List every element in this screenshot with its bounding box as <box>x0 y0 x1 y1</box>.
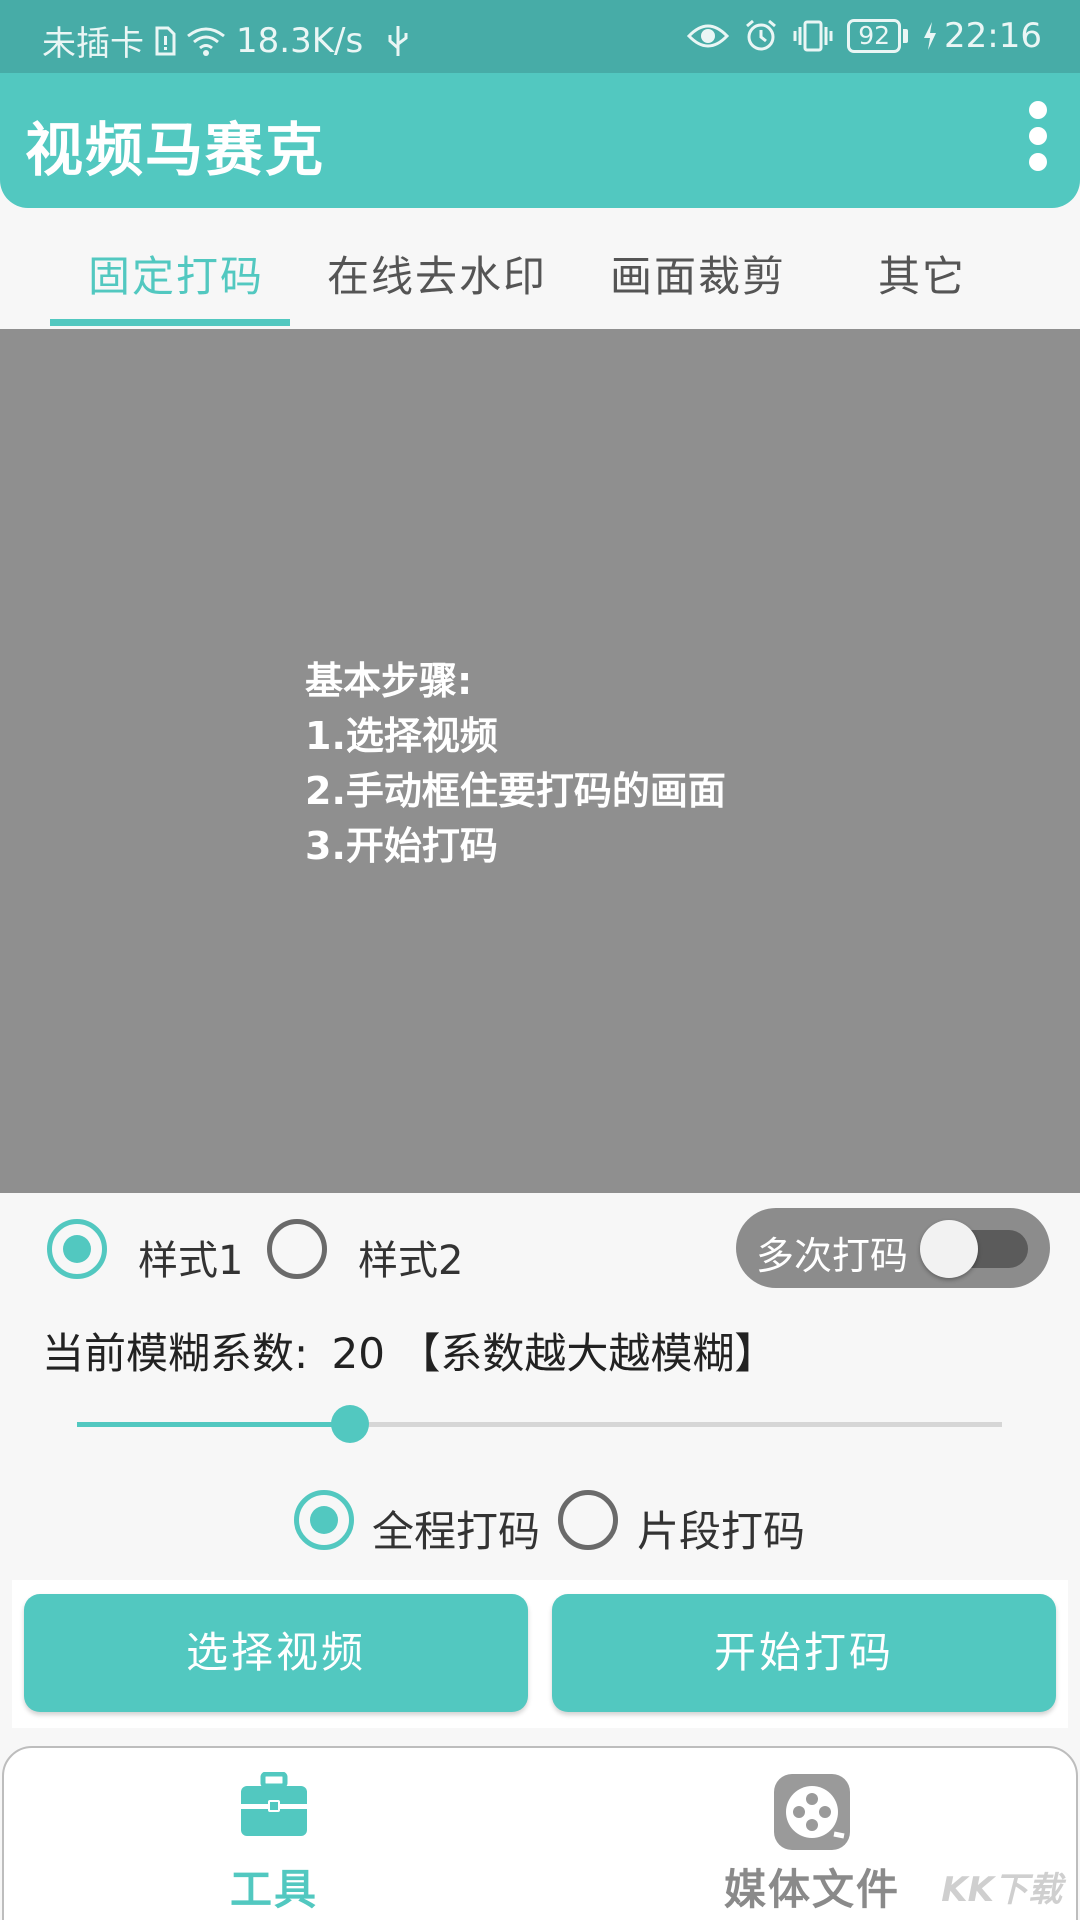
nav-tools[interactable]: 工具 <box>74 1748 474 1920</box>
blur-label: 当前模糊系数: <box>42 1329 309 1378</box>
alarm-icon <box>743 18 779 54</box>
toolbox-icon <box>239 1771 309 1842</box>
start-mask-button[interactable]: 开始打码 <box>552 1594 1056 1712</box>
bottom-navigation: 工具 媒体文件 <box>2 1746 1078 1920</box>
tab-remove-watermark[interactable]: 在线去水印 <box>327 243 547 304</box>
usb-icon <box>387 24 409 58</box>
status-bar: 未插卡 18.3K/s 92 22:16 <box>0 0 1080 73</box>
wifi-icon <box>186 26 226 56</box>
full-mask-label[interactable]: 全程打码 <box>372 1498 540 1559</box>
vibrate-icon <box>793 19 833 53</box>
full-mask-radio[interactable] <box>294 1490 354 1550</box>
tab-other[interactable]: 其它 <box>878 243 966 304</box>
slider-thumb[interactable] <box>330 1405 369 1443</box>
nav-tools-label: 工具 <box>229 1865 318 1914</box>
battery-level: 92 <box>847 19 902 53</box>
steps-heading: 基本步骤: <box>305 659 473 703</box>
step-3: 3.开始打码 <box>305 824 498 868</box>
carrier-text: 未插卡 <box>42 24 144 64</box>
segment-mask-radio[interactable] <box>558 1490 618 1550</box>
overflow-menu-icon[interactable] <box>1018 101 1058 177</box>
multi-mask-label: 多次打码 <box>756 1234 909 1278</box>
style2-radio[interactable] <box>267 1219 327 1279</box>
tab-crop[interactable]: 画面裁剪 <box>610 243 786 304</box>
step-2: 2.手动框住要打码的画面 <box>305 769 726 813</box>
tab-bar: 固定打码 在线去水印 画面裁剪 其它 <box>0 208 1080 328</box>
eye-icon <box>687 22 730 50</box>
multi-mask-toggle[interactable]: 多次打码 <box>736 1208 1050 1288</box>
tab-fixed-mask[interactable]: 固定打码 <box>88 243 264 304</box>
blur-hint: 【系数越大越模糊】 <box>398 1329 777 1378</box>
network-speed: 18.3K/s <box>236 20 364 61</box>
blur-value: 20 <box>331 1329 385 1378</box>
select-video-button[interactable]: 选择视频 <box>24 1594 528 1712</box>
style1-label[interactable]: 样式1 <box>138 1228 243 1286</box>
switch-thumb[interactable] <box>920 1220 978 1278</box>
blur-slider[interactable] <box>77 1405 1002 1443</box>
style1-radio[interactable] <box>47 1219 107 1279</box>
style2-label[interactable]: 样式2 <box>358 1228 463 1286</box>
segment-mask-label[interactable]: 片段打码 <box>637 1498 805 1559</box>
app-title: 视频马赛克 <box>25 116 326 184</box>
video-preview-area[interactable]: 基本步骤: 1.选择视频 2.手动框住要打码的画面 3.开始打码 <box>0 329 1080 1193</box>
slider-fill <box>77 1422 350 1427</box>
battery-icon: 92 <box>847 19 909 53</box>
instructions: 基本步骤: 1.选择视频 2.手动框住要打码的画面 3.开始打码 <box>305 654 726 874</box>
film-reel-icon <box>772 1772 852 1856</box>
charging-icon <box>922 21 938 51</box>
tab-indicator <box>50 319 290 326</box>
sim-icon <box>154 26 176 56</box>
clock: 22:16 <box>944 16 1042 56</box>
blur-coefficient-line: 当前模糊系数: 20 【系数越大越模糊】 <box>42 1320 776 1381</box>
app-bar: 视频马赛克 <box>0 73 1080 208</box>
watermark-logo: KK下载 <box>941 1870 1062 1910</box>
step-1: 1.选择视频 <box>305 714 498 758</box>
